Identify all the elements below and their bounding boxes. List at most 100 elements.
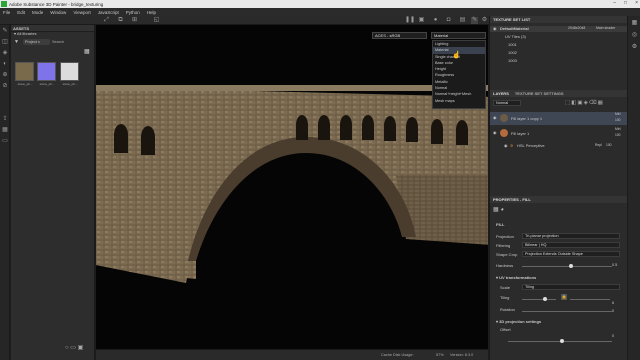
menu-bar: File Edit Mode Window Viewport JavaScrip… [0, 8, 640, 16]
all-libraries-label[interactable]: ▾ All libraries [14, 31, 36, 36]
version-label: Version: 8.3.0 [450, 353, 474, 357]
channel-dropdown[interactable]: Material [431, 32, 486, 39]
filtering-label: Filtering [496, 243, 511, 248]
tiling-value[interactable]: 6 [612, 301, 614, 305]
blend-mode-dropdown[interactable]: Normal [493, 100, 521, 106]
layer-mode: Mtrl [615, 112, 621, 116]
maximize-icon[interactable]: □ [624, 0, 627, 6]
settings-icon[interactable]: ⚙ [481, 17, 488, 24]
tab-texture-set-settings[interactable]: TEXTURE SET SETTINGS [515, 91, 564, 96]
rotation-label: Rotation [500, 307, 515, 312]
properties-header: PROPERTIES - FILL [490, 196, 628, 203]
projection-icon[interactable]: ◈ [1, 49, 9, 57]
brush-icon[interactable]: ✎ [1, 27, 9, 35]
assets-panel: ASSETS ▾ All libraries ▼ Project x Searc… [11, 25, 95, 360]
colorspace-dropdown[interactable]: ACES - sRGB [372, 32, 427, 39]
filter-chip[interactable]: Project x [23, 39, 50, 45]
pause-icon[interactable]: ❚❚ [405, 17, 415, 24]
menu-python[interactable]: Python [126, 10, 140, 15]
layer-thumb [500, 129, 508, 137]
export-icon[interactable]: ⇪ [1, 115, 9, 123]
symmetry-icon[interactable]: ⧉ [117, 17, 124, 24]
search-input[interactable]: Search [52, 39, 64, 45]
hardness-value[interactable]: 0.5 [612, 263, 617, 267]
menu-help[interactable]: Help [147, 10, 156, 15]
tab-layers[interactable]: LAYERS [493, 91, 509, 96]
menu-window[interactable]: Window [50, 10, 66, 15]
assets-footer-icons[interactable]: ○ ▭ ▣ [65, 344, 83, 351]
right-panels: TEXTURE SET LIST ◉ DefaultMaterial 2048x… [489, 16, 628, 360]
layer-row[interactable]: ◉ Fill layer 1 copy 1 Mtrl 100 [490, 112, 628, 125]
eye-icon[interactable]: ◉ [493, 130, 497, 135]
asset-thumb-stone[interactable] [15, 62, 34, 81]
eye-icon[interactable]: ◉ [493, 115, 497, 120]
rotation-value[interactable]: 0 [612, 309, 614, 313]
layer-name: Fill layer 1 copy 1 [511, 116, 543, 121]
eraser-icon[interactable]: ◫ [1, 38, 9, 46]
scale-label: Scale [500, 285, 511, 290]
camera-icon[interactable]: ◱ [153, 17, 160, 24]
cursor-icon: ☝ [452, 52, 461, 59]
tiling-slider-2[interactable] [570, 299, 610, 300]
texture-set-row[interactable]: ◉ DefaultMaterial 2048x2048 Main shader [490, 26, 628, 32]
offset-knob[interactable] [560, 339, 564, 343]
menu-mode[interactable]: Mode [32, 10, 43, 15]
settings-icon[interactable]: ⚙ [630, 43, 639, 52]
asset-label: stone_ph... [39, 82, 55, 86]
paint-icon[interactable]: ✎ [471, 17, 478, 24]
layer-toolbar-icons[interactable]: ⬚◧▣◈⌫▦ [565, 100, 604, 106]
tiling-slider[interactable] [522, 299, 556, 300]
eye-icon[interactable]: ◉ [504, 143, 508, 148]
layers-icon[interactable]: ◎ [630, 31, 639, 40]
eye-icon[interactable]: ◉ [493, 26, 497, 31]
rotation-slider[interactable] [522, 311, 612, 312]
filtering-dropdown[interactable]: Bilinear | HQ [522, 242, 620, 248]
filter-row[interactable]: ◉ ✲ HSL Perceptive Repl 100 [490, 142, 628, 150]
grid-icon[interactable]: ⊞ [131, 17, 138, 24]
menu-javascript[interactable]: JavaScript [98, 10, 119, 15]
layers-tabs: LAYERS TEXTURE SET SETTINGS [490, 90, 628, 97]
menu-item-mesh-maps[interactable]: Mesh maps [433, 98, 485, 104]
3d-viewport[interactable]: ACES - sRGB Material [96, 25, 488, 349]
resolution: 2048x2048 [568, 26, 586, 30]
filter-icon[interactable]: ▼ [14, 39, 22, 45]
texture-icon[interactable]: ▤ [459, 17, 466, 24]
projection-label: Projection [496, 234, 514, 239]
display-icon[interactable]: ▭ [1, 137, 9, 145]
shape-crop-dropdown[interactable]: Projection Extends Outside Shape [522, 251, 620, 257]
clone-icon[interactable]: ⊕ [1, 71, 9, 79]
bridge-model[interactable] [96, 25, 488, 349]
close-icon[interactable]: × [635, 0, 638, 6]
screenshot-icon[interactable]: ◘ [445, 17, 452, 24]
scale-dropdown[interactable]: Tiling [522, 284, 620, 290]
picker-icon[interactable]: ⊘ [1, 82, 9, 90]
offset-value[interactable]: 0 [612, 334, 614, 338]
tiling-label: Tiling [500, 295, 510, 300]
smudge-icon[interactable]: ◐ [1, 60, 9, 68]
bake-icon[interactable]: ▦ [1, 126, 9, 134]
minimize-icon[interactable]: – [613, 0, 616, 6]
layer-mode: Mtrl [615, 127, 621, 131]
render-icon[interactable]: ● [432, 17, 439, 24]
menu-edit[interactable]: Edit [17, 10, 25, 15]
menu-file[interactable]: File [3, 10, 10, 15]
menu-viewport[interactable]: Viewport [73, 10, 90, 15]
layer-row[interactable]: ◉ Fill layer 1 Mtrl 100 [490, 127, 628, 140]
lock-icon[interactable]: 🔒 [561, 294, 567, 300]
projection-dropdown[interactable]: Tri-planar projection [522, 233, 620, 239]
hardness-knob[interactable] [569, 264, 573, 268]
app-logo-icon [1, 1, 7, 7]
view-mode-icon[interactable]: ▣ [418, 17, 425, 24]
window-title: Adobe Substance 3D Painter - bridge_text… [9, 1, 104, 7]
tiling-knob[interactable] [543, 297, 547, 301]
layer-opacity: 100 [615, 133, 621, 137]
properties-tab-icons[interactable]: ▦ ◕ [493, 206, 504, 213]
asset-thumb-normal[interactable] [37, 62, 56, 81]
texture-set-icon[interactable]: ▦ [630, 19, 639, 28]
transform-icon[interactable]: ⤢ [103, 17, 110, 24]
filter-icon: ✲ [510, 143, 514, 148]
hardness-slider[interactable] [522, 266, 612, 267]
asset-thumb-height[interactable] [60, 62, 79, 81]
layer-name: Fill layer 1 [511, 131, 530, 136]
grid-view-icon[interactable]: ▦ [84, 48, 91, 55]
